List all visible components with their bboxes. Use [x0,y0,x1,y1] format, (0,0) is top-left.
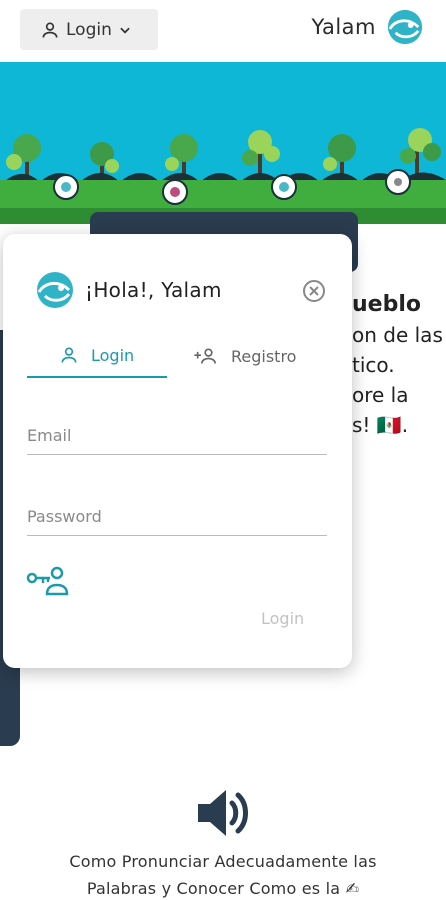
tab-login-label: Login [91,345,135,365]
brand-logo-icon [37,272,73,308]
modal-header: ¡Hola!, Yalam [33,270,222,310]
close-button[interactable] [303,280,325,302]
background-line: s! 🇲🇽. [352,413,409,437]
user-icon [42,22,58,38]
password-field-wrapper [27,498,327,536]
top-bar: Login Yalam [0,0,446,62]
background-heading: ueblo [352,292,421,317]
tab-login[interactable]: Login [27,334,167,378]
email-field[interactable] [27,417,327,453]
caption-line: Palabras y Conocer Como es la ✍ [86,879,360,898]
login-modal: ¡Hola!, Yalam Login Registro Login [3,234,352,668]
auth-tabs: Login Registro [27,334,327,378]
chevron-down-icon [120,27,130,34]
login-menu-button[interactable]: Login [20,9,158,50]
background-line: on de las [352,323,443,347]
background-line: ore la [352,383,409,407]
key-user-icon [26,566,69,596]
key-user-button[interactable] [25,564,71,602]
close-icon [309,286,319,296]
brand-logo-icon [387,9,423,45]
login-menu-label: Login [66,19,112,40]
caption-line: Como Pronunciar Adecuadamente las [69,852,377,871]
speaker-button[interactable] [196,787,252,843]
landscape-illustration [0,62,446,224]
pronunciation-caption: Como Pronunciar Adecuadamente las Palabr… [0,848,446,900]
tab-register-label: Registro [231,346,297,366]
background-line: tico. [352,353,395,377]
brand[interactable]: Yalam [312,8,424,46]
modal-title: ¡Hola!, Yalam [85,278,222,302]
background-text: ueblo on de las tico. ore la s! 🇲🇽. [352,290,446,440]
tab-register[interactable]: Registro [193,334,333,378]
email-field-wrapper [27,417,327,455]
login-submit-button[interactable]: Login [261,609,304,628]
add-user-icon [194,348,216,364]
speaker-icon [198,790,248,836]
hero-banner [0,62,446,224]
brand-name: Yalam [311,15,376,39]
password-field[interactable] [27,498,327,534]
user-icon [61,347,77,363]
